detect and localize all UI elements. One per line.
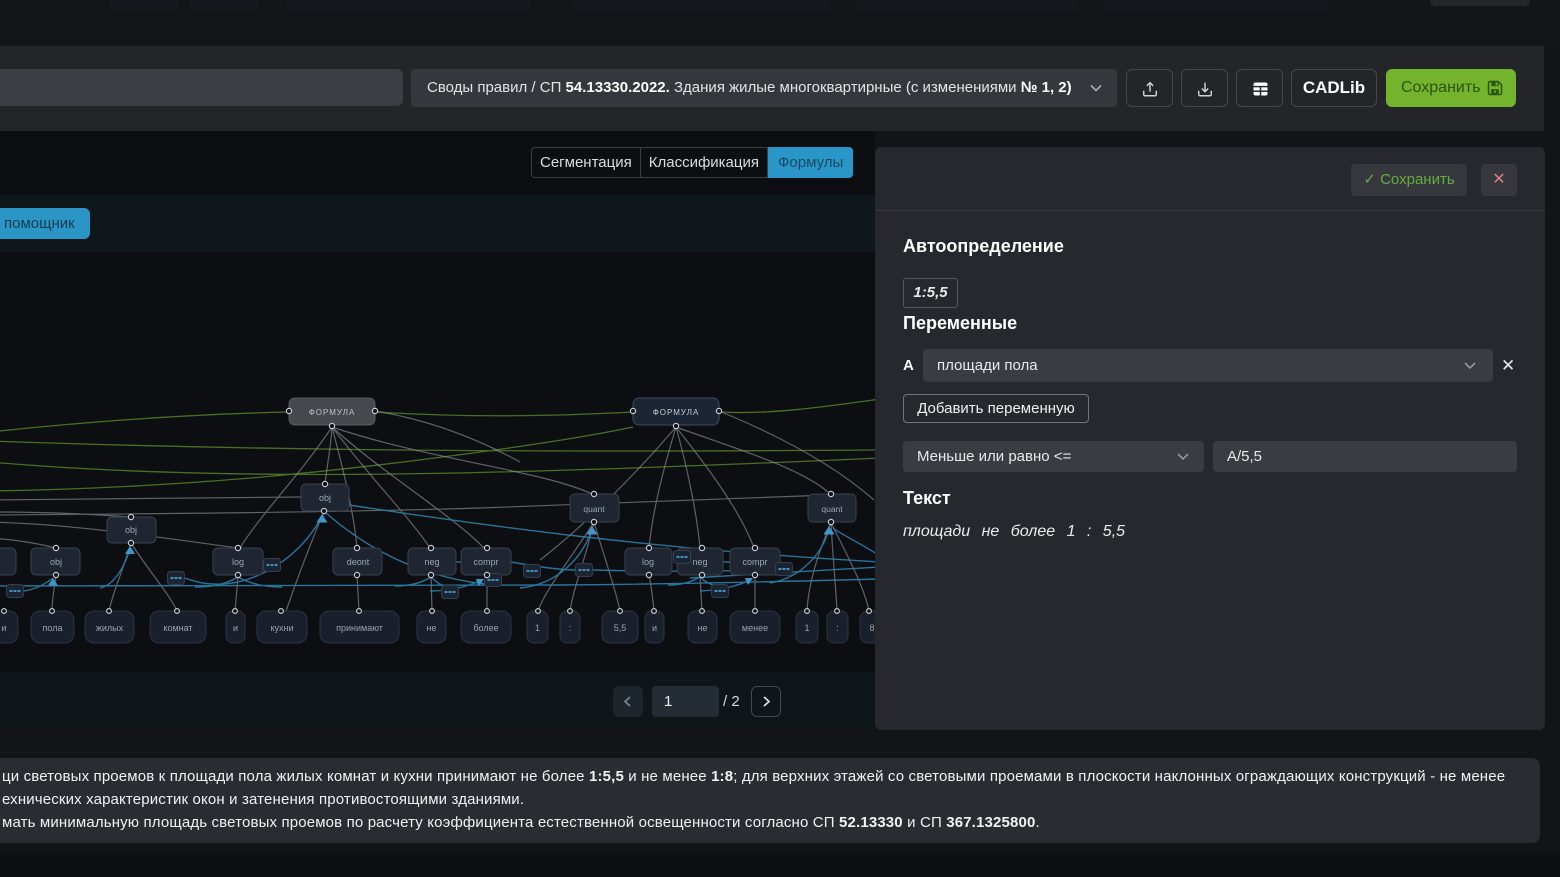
svg-text:deont: deont [347,557,370,567]
svg-text:пола: пола [43,623,63,633]
svg-text:1: 1 [804,623,809,633]
svg-text::: : [569,623,572,633]
svg-text:compr: compr [742,557,767,567]
svg-text:compr: compr [473,557,498,567]
svg-text:и: и [652,623,657,633]
svg-text:комнат: комнат [163,623,192,633]
svg-text:quant: quant [583,504,605,514]
svg-text:принимают: принимают [336,623,383,633]
svg-text:менее: менее [742,623,768,633]
svg-text:ФОРМУЛА: ФОРМУЛА [309,408,356,417]
svg-text:и: и [233,623,238,633]
svg-text:log: log [642,557,654,567]
svg-text:log: log [232,557,244,567]
svg-text:1: 1 [535,623,540,633]
svg-text:obj: obj [125,525,137,535]
svg-text:obj: obj [319,493,331,503]
svg-text:ФОРМУЛА: ФОРМУЛА [653,408,700,417]
svg-text:кухни: кухни [270,623,293,633]
svg-text:5,5: 5,5 [614,623,627,633]
svg-text:более: более [473,623,498,633]
svg-text:quant: quant [821,504,843,514]
svg-text:не: не [698,623,708,633]
svg-text:и: и [1,623,6,633]
svg-text:жилых: жилых [96,623,124,633]
svg-text::: : [836,623,839,633]
svg-text:neg: neg [692,557,707,567]
svg-text:8: 8 [869,623,874,633]
svg-text:не: не [427,623,437,633]
svg-text:neg: neg [424,557,439,567]
svg-text:obj: obj [50,557,62,567]
